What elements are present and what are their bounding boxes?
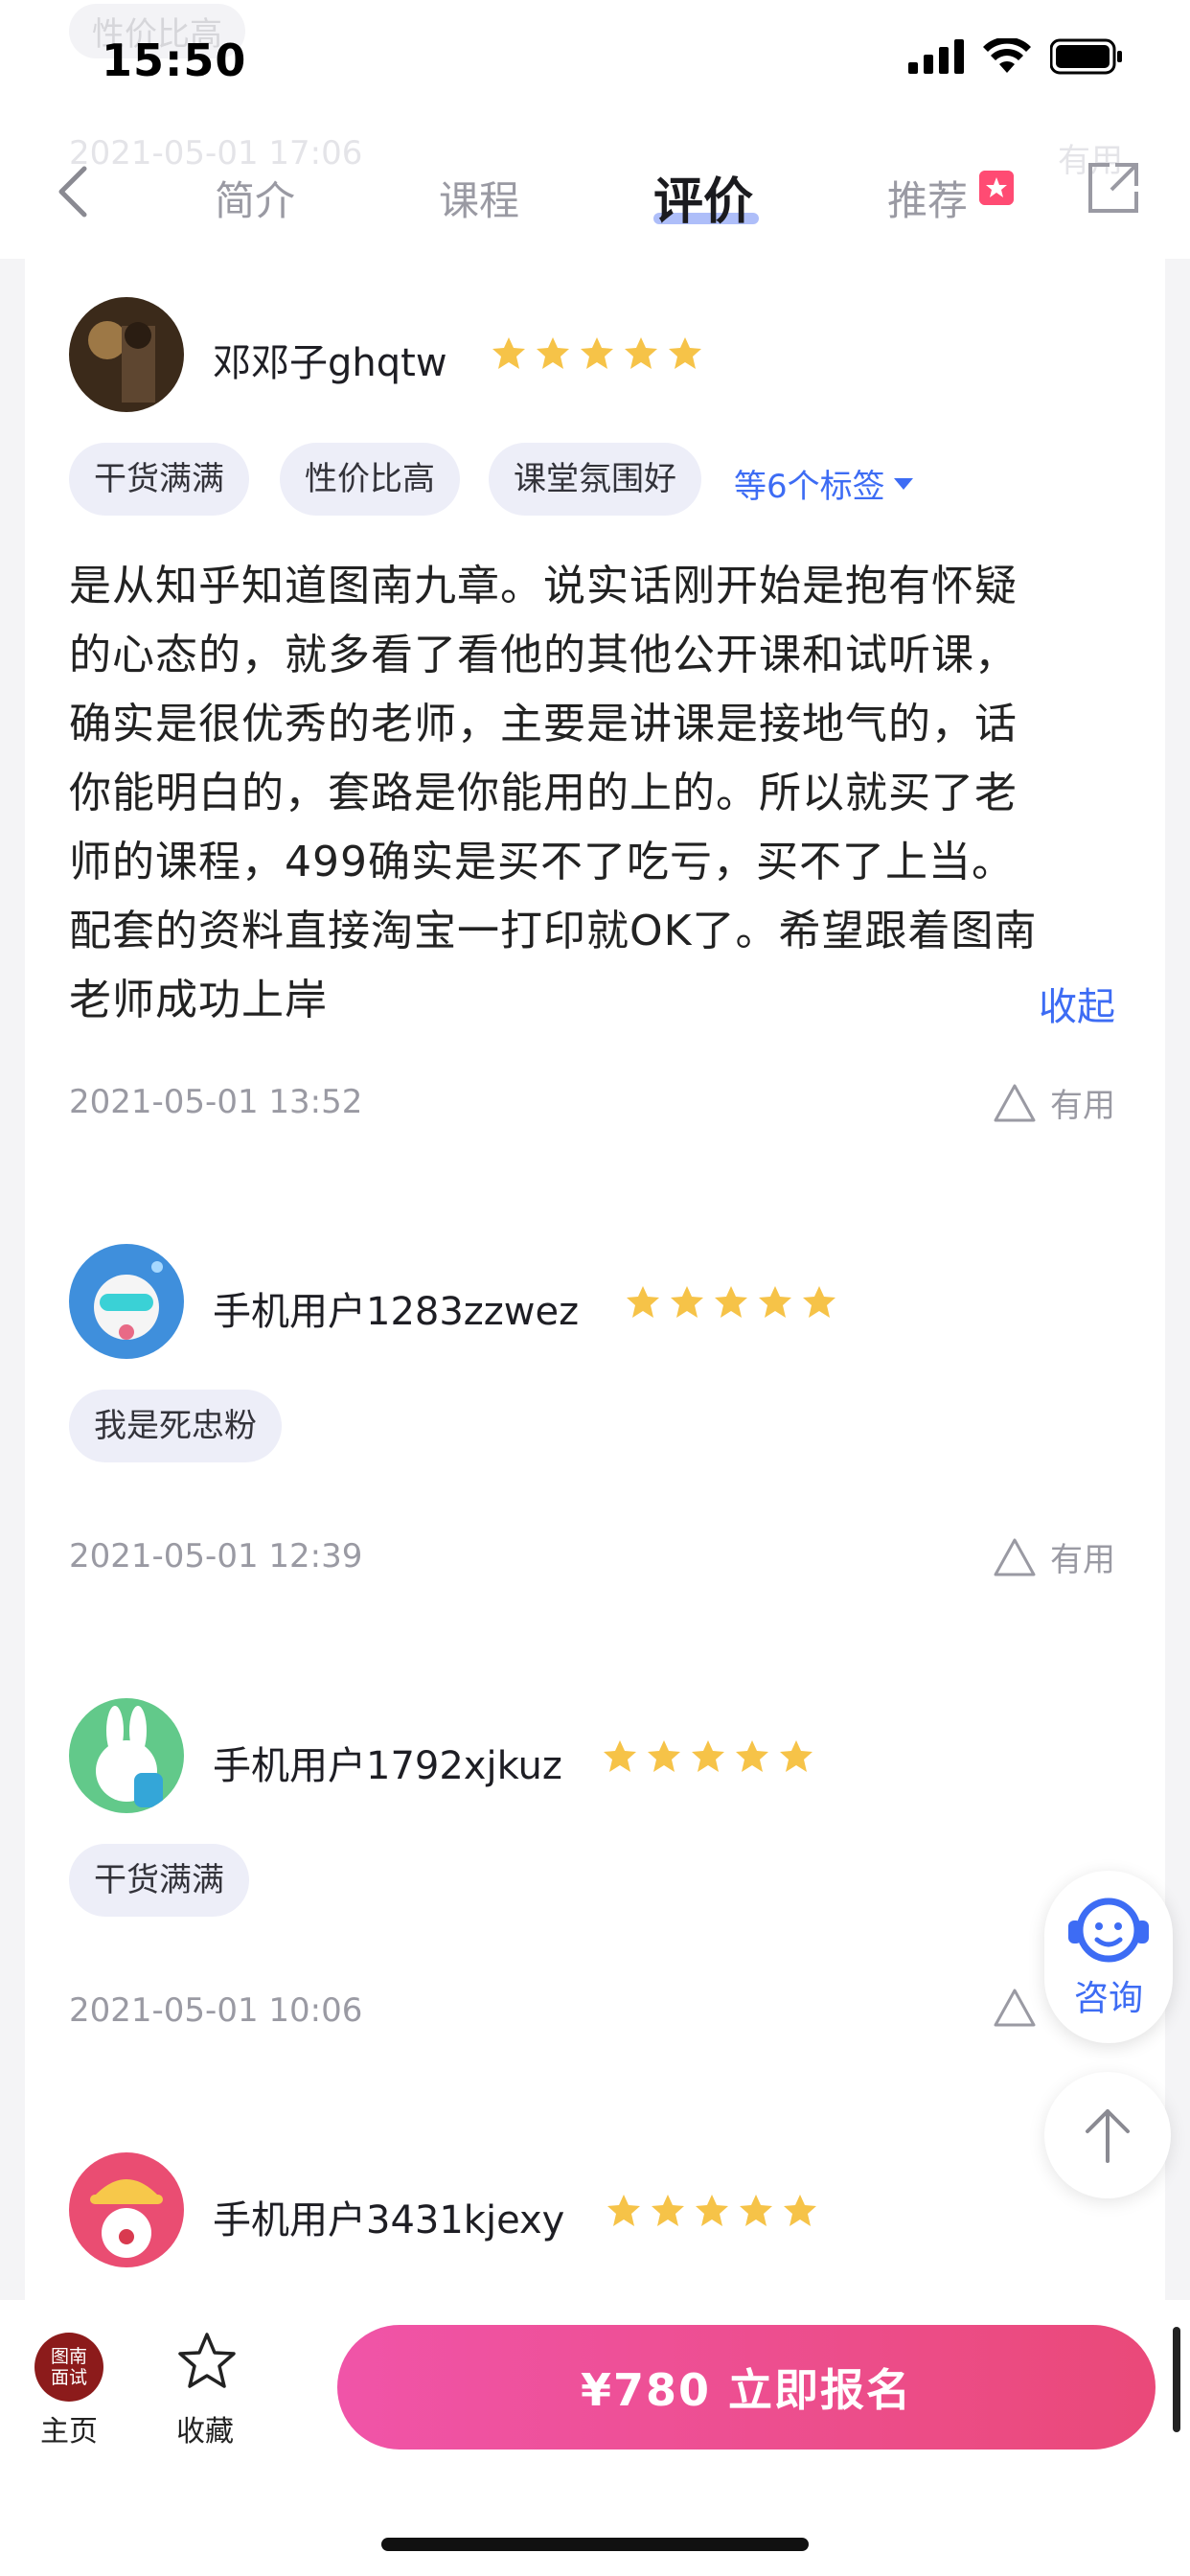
useful-button[interactable]: 有用 xyxy=(993,1079,1115,1126)
customer-service-icon xyxy=(1068,1898,1149,1963)
review-username: 手机用户1283zzwez xyxy=(213,1290,580,1334)
review-date: 2021-05-01 10:06 xyxy=(69,1991,363,2030)
consult-button[interactable]: 咨询 xyxy=(1044,1871,1173,2043)
status-icons xyxy=(908,38,1123,75)
star-badge-icon xyxy=(979,171,1014,205)
review-text: 是从知乎知道图南九章。说实话刚开始是抱有怀疑 的心态的，就多看了看他的其他公开课… xyxy=(69,552,1123,1035)
more-tags-link[interactable]: 等6个标签 xyxy=(734,460,914,507)
avatar xyxy=(69,1698,184,1813)
share-icon[interactable] xyxy=(1087,161,1140,215)
tag-chip[interactable]: 课堂氛围好 xyxy=(489,443,701,516)
star-rating xyxy=(606,2193,818,2229)
back-to-top-button[interactable] xyxy=(1044,2072,1171,2198)
star-icon xyxy=(715,1286,747,1318)
consult-label: 咨询 xyxy=(1073,1979,1143,2018)
favorite-label[interactable]: 收藏 xyxy=(176,2407,234,2450)
triangle-like-icon xyxy=(994,1084,1036,1121)
useful-label: 有用 xyxy=(1050,1087,1115,1125)
signal-icon xyxy=(908,39,964,74)
triangle-like-icon[interactable] xyxy=(993,1988,1037,2028)
star-rating xyxy=(625,1284,837,1321)
ghost-date: 2021-05-01 17:06 xyxy=(69,134,363,172)
tab-reviews[interactable]: 评价 xyxy=(653,161,753,233)
more-tags-label: 等6个标签 xyxy=(734,468,885,506)
useful-label: 有用 xyxy=(1050,1541,1115,1579)
scrollbar-thumb[interactable] xyxy=(1173,2327,1180,2432)
home-label[interactable]: 主页 xyxy=(40,2407,98,2450)
star-icon xyxy=(671,1286,703,1318)
review-text-line: 你能明白的，套路是你能用的上的。所以就买了老 xyxy=(69,769,1018,817)
battery-icon xyxy=(1050,38,1122,75)
collapse-link[interactable]: 收起 xyxy=(1039,976,1115,1031)
star-icon xyxy=(784,2195,816,2226)
wifi-icon xyxy=(983,38,1031,73)
star-icon xyxy=(625,337,657,369)
avatar xyxy=(69,1244,184,1359)
review-username: 手机用户1792xjkuz xyxy=(213,1744,562,1788)
tag-chip[interactable]: 干货满满 xyxy=(69,443,249,516)
review-text-line: 确实是很优秀的老师，主要是讲课是接地气的，话 xyxy=(69,700,1018,748)
home-indicator xyxy=(381,2538,809,2551)
arrow-up-icon xyxy=(1086,2109,1130,2163)
star-rating xyxy=(491,335,703,372)
tab-course[interactable]: 课程 xyxy=(439,169,519,227)
star-icon xyxy=(780,1740,812,1772)
logo-text: 面试 xyxy=(50,2367,87,2388)
triangle-like-icon xyxy=(994,1538,1036,1576)
star-icon xyxy=(652,2195,684,2226)
review-text-line: 的心态的，就多看了看他的其他公开课和试听课， xyxy=(69,631,1018,679)
home-logo-icon[interactable]: 图南 面试 xyxy=(34,2333,103,2402)
star-icon xyxy=(669,337,701,369)
star-icon xyxy=(648,1740,680,1772)
star-icon xyxy=(759,1286,791,1318)
tag-chip[interactable]: 我是死忠粉 xyxy=(69,1390,282,1462)
review-text-line: 配套的资料直接淘宝一打印就OK了。希望跟着图南 xyxy=(69,907,1038,955)
star-icon xyxy=(537,337,569,369)
star-rating xyxy=(602,1738,814,1775)
review-username: 邓邓子ghqtw xyxy=(213,341,447,385)
status-time: 15:50 xyxy=(102,34,247,86)
review-text-line: 师的课程，499确实是买不了吃亏，买不了上当。 xyxy=(69,838,1015,886)
tab-intro[interactable]: 简介 xyxy=(215,169,295,227)
tab-recommend[interactable]: 推荐 xyxy=(887,169,968,227)
star-icon xyxy=(607,2195,640,2226)
review-text-line: 是从知乎知道图南九章。说实话刚开始是抱有怀疑 xyxy=(69,562,1018,610)
star-icon xyxy=(803,1286,835,1318)
review-date: 2021-05-01 12:39 xyxy=(69,1537,363,1576)
star-icon xyxy=(581,337,613,369)
star-icon xyxy=(492,337,525,369)
tag-chip[interactable]: 干货满满 xyxy=(69,1844,249,1917)
back-button[interactable] xyxy=(48,163,105,220)
avatar xyxy=(69,297,184,412)
star-icon xyxy=(627,1286,659,1318)
star-icon xyxy=(736,1740,768,1772)
useful-button[interactable]: 有用 xyxy=(993,1533,1115,1580)
star-icon xyxy=(740,2195,772,2226)
caret-down-icon xyxy=(893,477,913,490)
star-outline-icon[interactable] xyxy=(176,2331,238,2392)
tag-chip[interactable]: 性价比高 xyxy=(280,443,460,516)
review-username: 手机用户3431kjexy xyxy=(213,2198,565,2242)
enroll-button[interactable]: ¥780 立即报名 xyxy=(337,2325,1156,2450)
star-icon xyxy=(604,1740,636,1772)
star-icon xyxy=(692,1740,724,1772)
avatar xyxy=(69,2152,184,2267)
review-date: 2021-05-01 13:52 xyxy=(69,1083,363,1121)
star-icon xyxy=(696,2195,728,2226)
review-text-line: 老师成功上岸 xyxy=(69,976,328,1024)
logo-text: 图南 xyxy=(50,2346,87,2367)
